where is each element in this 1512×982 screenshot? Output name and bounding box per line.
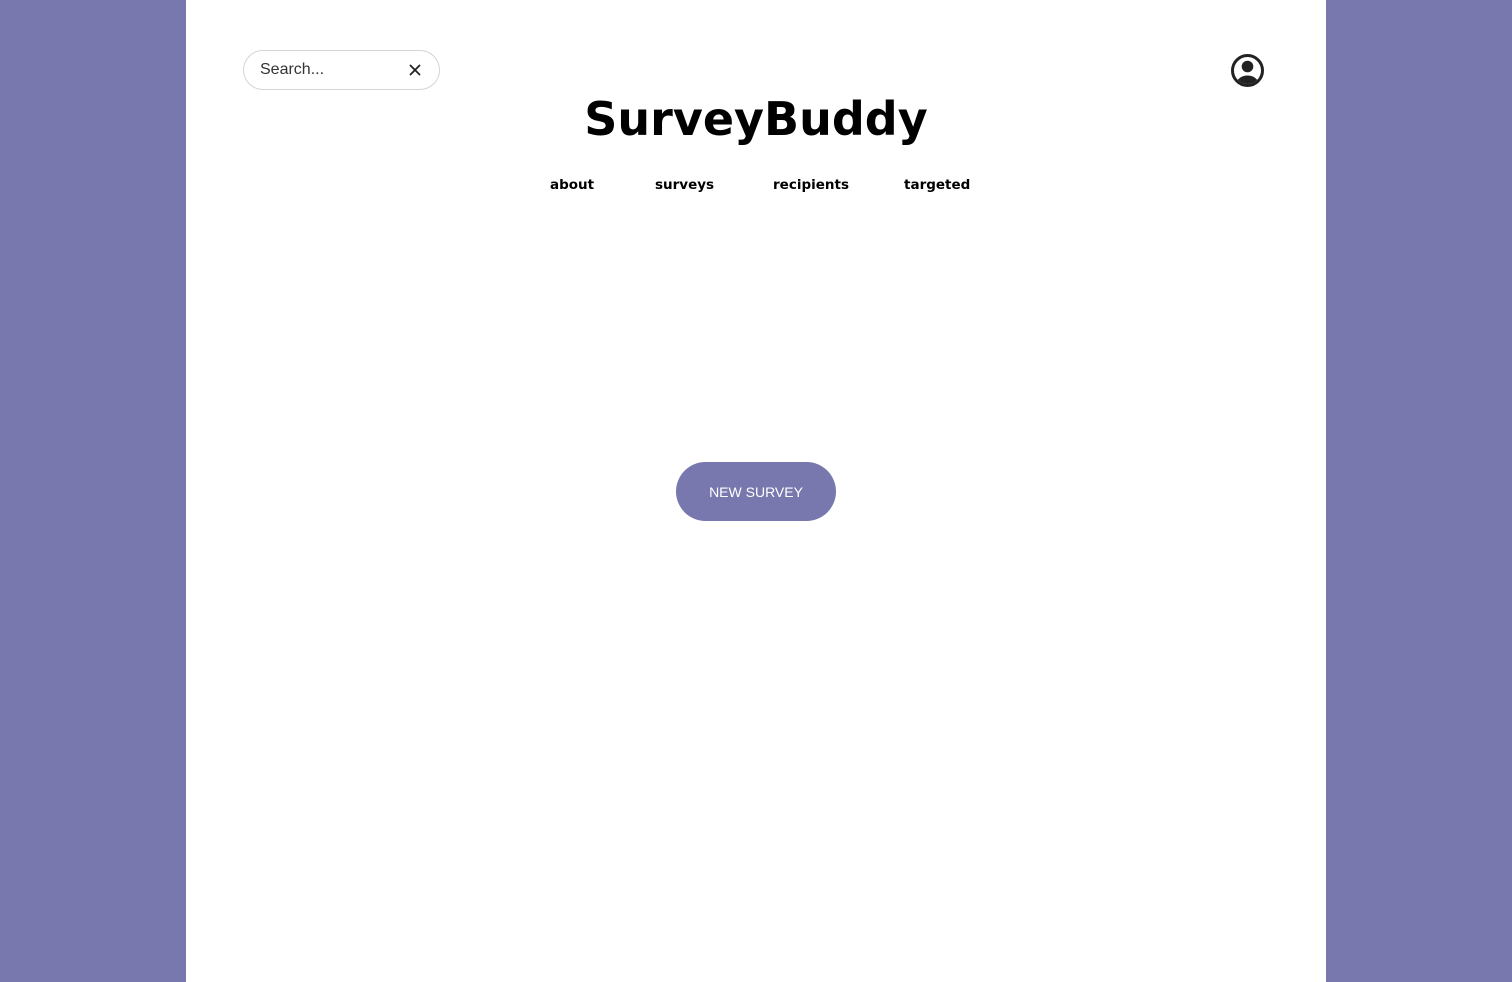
nav-item-about[interactable]: about bbox=[550, 176, 594, 194]
nav-item-surveys[interactable]: surveys bbox=[655, 176, 714, 194]
close-icon[interactable] bbox=[405, 60, 425, 80]
search-box bbox=[243, 50, 440, 90]
user-circle-icon[interactable] bbox=[1230, 53, 1265, 88]
app-title: SurveyBuddy bbox=[584, 92, 928, 146]
new-survey-button[interactable]: NEW SURVEY bbox=[676, 462, 836, 521]
page-container: SurveyBuddy about surveys recipients tar… bbox=[186, 0, 1326, 982]
nav-item-recipients[interactable]: recipients bbox=[773, 176, 849, 194]
main-nav: about surveys recipients targeted bbox=[186, 176, 1326, 196]
search-input[interactable] bbox=[260, 51, 400, 89]
nav-item-targeted[interactable]: targeted bbox=[904, 176, 970, 194]
